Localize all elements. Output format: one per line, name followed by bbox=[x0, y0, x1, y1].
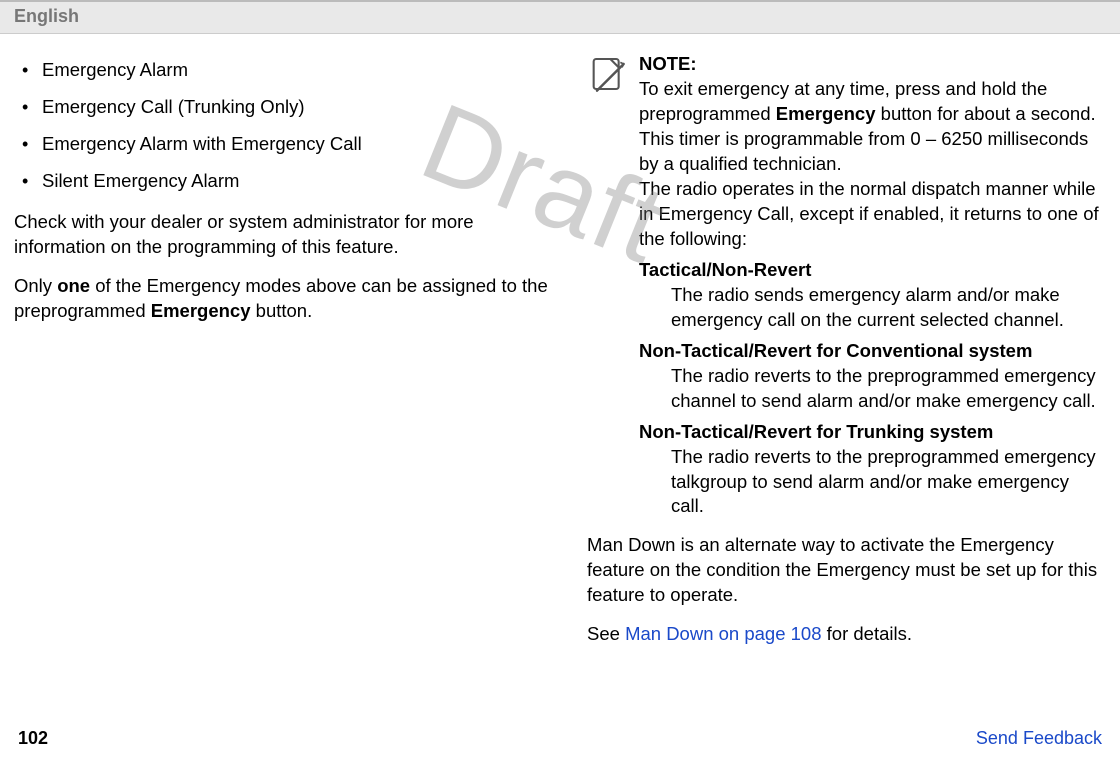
list-item: Emergency Alarm with Emergency Call bbox=[14, 126, 559, 163]
definition-list: Tactical/Non-Revert The radio sends emer… bbox=[639, 258, 1106, 520]
header-bar: English bbox=[0, 0, 1120, 34]
text: See bbox=[587, 623, 625, 644]
page-number: 102 bbox=[18, 728, 48, 749]
see-paragraph: See Man Down on page 108 for details. bbox=[587, 622, 1106, 647]
bold-one: one bbox=[57, 275, 90, 296]
dl-term: Tactical/Non-Revert bbox=[639, 258, 1106, 283]
list-item: Silent Emergency Alarm bbox=[14, 163, 559, 200]
dl-term: Non-Tactical/Revert for Trunking system bbox=[639, 420, 1106, 445]
list-item: Emergency Call (Trunking Only) bbox=[14, 89, 559, 126]
dl-def: The radio reverts to the preprogrammed e… bbox=[639, 445, 1106, 520]
note-body: NOTE: To exit emergency at any time, pre… bbox=[639, 52, 1106, 525]
left-column: Emergency Alarm Emergency Call (Trunking… bbox=[14, 52, 559, 661]
bold-emergency: Emergency bbox=[151, 300, 251, 321]
one-mode-paragraph: Only one of the Emergency modes above ca… bbox=[14, 274, 559, 324]
footer: 102 Send Feedback bbox=[0, 728, 1120, 749]
dl-def: The radio sends emergency alarm and/or m… bbox=[639, 283, 1106, 333]
text: for details. bbox=[822, 623, 913, 644]
header-language: English bbox=[14, 6, 79, 26]
note-label: NOTE: bbox=[639, 52, 1106, 77]
list-item: Emergency Alarm bbox=[14, 52, 559, 89]
note-paragraph-2: The radio operates in the normal dispatc… bbox=[639, 177, 1106, 252]
mandown-paragraph: Man Down is an alternate way to activate… bbox=[587, 533, 1106, 608]
dl-term: Non-Tactical/Revert for Conventional sys… bbox=[639, 339, 1106, 364]
man-down-link[interactable]: Man Down on page 108 bbox=[625, 623, 821, 644]
dl-def: The radio reverts to the preprogrammed e… bbox=[639, 364, 1106, 414]
text: button. bbox=[251, 300, 313, 321]
page-body: Emergency Alarm Emergency Call (Trunking… bbox=[0, 34, 1120, 661]
dealer-info-paragraph: Check with your dealer or system adminis… bbox=[14, 210, 559, 260]
right-column: NOTE: To exit emergency at any time, pre… bbox=[587, 52, 1106, 661]
bold-emergency: Emergency bbox=[776, 103, 876, 124]
note-block: NOTE: To exit emergency at any time, pre… bbox=[587, 52, 1106, 525]
note-icon bbox=[587, 54, 627, 94]
note-paragraph-1: To exit emergency at any time, press and… bbox=[639, 77, 1106, 177]
send-feedback-link[interactable]: Send Feedback bbox=[976, 728, 1102, 749]
emergency-modes-list: Emergency Alarm Emergency Call (Trunking… bbox=[14, 52, 559, 200]
text: Only bbox=[14, 275, 57, 296]
